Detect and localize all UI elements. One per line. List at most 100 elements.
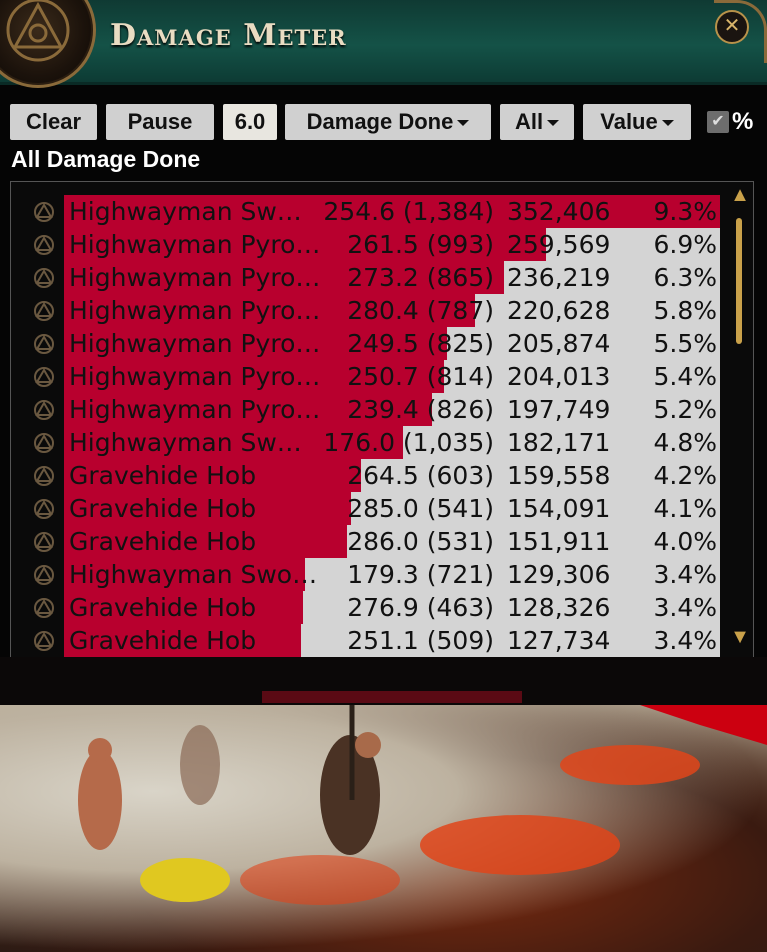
row-total: 159,558 — [507, 461, 611, 490]
list-subtitle: All Damage Done — [11, 146, 201, 172]
game-scene — [0, 705, 767, 952]
filter-dropdown[interactable]: All — [500, 104, 574, 140]
row-dps: 176.0 (1,035) — [323, 428, 494, 457]
row-percent: 6.9% — [653, 230, 717, 259]
interval-input[interactable]: 6.0 — [223, 104, 277, 140]
row-dps: 254.6 (1,384) — [323, 197, 494, 226]
close-icon: ✕ — [723, 15, 741, 37]
row-name: Highwayman Swor… — [69, 560, 324, 589]
row-total: 204,013 — [507, 362, 611, 391]
scene-figures — [78, 705, 767, 902]
table-row[interactable]: Highwayman Sw… 176.0 (1,035) 182,171 4.8… — [11, 426, 753, 459]
class-icon — [34, 631, 54, 651]
checkmark-icon: ✔ — [711, 113, 725, 130]
row-name: Gravehide Hob — [69, 626, 257, 655]
row-name: Highwayman Sw… — [69, 197, 302, 226]
row-total: 154,091 — [507, 494, 611, 523]
table-row[interactable]: Highwayman Pyro… 249.5 (825) 205,874 5.5… — [11, 327, 753, 360]
percent-label: % — [732, 108, 754, 135]
class-icon — [34, 202, 54, 222]
table-row[interactable]: Highwayman Pyro… 239.4 (826) 197,749 5.2… — [11, 393, 753, 426]
table-row[interactable]: Gravehide Hob 251.1 (509) 127,734 3.4% — [11, 624, 753, 657]
row-dps: 276.9 (463) — [347, 593, 494, 622]
sort-dropdown[interactable]: Value — [583, 104, 691, 140]
table-row[interactable]: Gravehide Hob 276.9 (463) 128,326 3.4% — [11, 591, 753, 624]
figure-yellow — [140, 858, 230, 902]
row-name: Gravehide Hob — [69, 593, 257, 622]
row-total: 205,874 — [507, 329, 611, 358]
row-total: 220,628 — [507, 296, 611, 325]
row-total: 151,911 — [507, 527, 611, 556]
row-total: 182,171 — [507, 428, 611, 457]
filter-dropdown-label: All — [514, 109, 544, 134]
row-percent: 3.4% — [653, 593, 717, 622]
figure-left — [78, 750, 122, 850]
emblem-icon — [0, 0, 96, 88]
table-row[interactable]: Highwayman Sw… 254.6 (1,384) 352,406 9.3… — [11, 195, 753, 228]
class-icon — [34, 565, 54, 585]
bottom-strip — [0, 657, 767, 705]
class-icon — [34, 268, 54, 288]
pause-button[interactable]: Pause — [106, 104, 214, 140]
row-name: Highwayman Sw… — [69, 428, 302, 457]
row-dps: 250.7 (814) — [347, 362, 494, 391]
row-total: 128,326 — [507, 593, 611, 622]
row-name: Highwayman Pyro… — [69, 362, 321, 391]
row-dps: 286.0 (531) — [347, 527, 494, 556]
class-icon — [34, 334, 54, 354]
table-row[interactable]: Highwayman Pyro… 250.7 (814) 204,013 5.4… — [11, 360, 753, 393]
row-percent: 4.0% — [653, 527, 717, 556]
percent-checkbox[interactable]: ✔ — [707, 111, 729, 133]
sort-dropdown-label: Value — [600, 109, 658, 134]
scrollbar[interactable]: ▲ ▼ — [728, 182, 752, 658]
class-icon — [34, 400, 54, 420]
scroll-down-icon[interactable]: ▼ — [728, 626, 752, 654]
row-dps: 239.4 (826) — [347, 395, 494, 424]
table-row[interactable]: Highwayman Pyro… 273.2 (865) 236,219 6.3… — [11, 261, 753, 294]
table-row[interactable]: Highwayman Swor… 179.3 (721) 129,306 3.4… — [11, 558, 753, 591]
damage-meter-window: Damage Meter ✕ Clear Pause 6.0 Damage Do… — [0, 0, 767, 705]
class-icon — [34, 235, 54, 255]
class-icon — [34, 499, 54, 519]
mode-dropdown-label: Damage Done — [306, 109, 454, 134]
class-icon — [34, 598, 54, 618]
row-percent: 5.2% — [653, 395, 717, 424]
row-total: 259,569 — [507, 230, 611, 259]
table-row[interactable]: Highwayman Pyro… 280.4 (787) 220,628 5.8… — [11, 294, 753, 327]
scroll-thumb[interactable] — [736, 218, 742, 344]
table-row[interactable]: Highwayman Pyro… 261.5 (993) 259,569 6.9… — [11, 228, 753, 261]
class-icon — [34, 532, 54, 552]
row-percent: 4.2% — [653, 461, 717, 490]
row-percent: 6.3% — [653, 263, 717, 292]
mode-dropdown[interactable]: Damage Done — [285, 104, 491, 140]
row-dps: 179.3 (721) — [347, 560, 494, 589]
row-percent: 5.8% — [653, 296, 717, 325]
row-total: 236,219 — [507, 263, 611, 292]
row-percent: 4.8% — [653, 428, 717, 457]
row-dps: 285.0 (541) — [347, 494, 494, 523]
clear-button[interactable]: Clear — [10, 104, 97, 140]
row-total: 129,306 — [507, 560, 611, 589]
class-icon — [34, 466, 54, 486]
row-name: Highwayman Pyro… — [69, 329, 321, 358]
row-total: 127,734 — [507, 626, 611, 655]
row-total: 197,749 — [507, 395, 611, 424]
row-total: 352,406 — [507, 197, 611, 226]
row-name: Gravehide Hob — [69, 527, 257, 556]
table-row[interactable]: Gravehide Hob 264.5 (603) 159,558 4.2% — [11, 459, 753, 492]
row-percent: 9.3% — [653, 197, 717, 226]
table-row[interactable]: Gravehide Hob 285.0 (541) 154,091 4.1% — [11, 492, 753, 525]
row-dps: 261.5 (993) — [347, 230, 494, 259]
row-dps: 249.5 (825) — [347, 329, 494, 358]
damage-list[interactable]: Highwayman Sw… 254.6 (1,384) 352,406 9.3… — [10, 181, 754, 659]
close-button[interactable]: ✕ — [715, 10, 749, 44]
window-title: Damage Meter — [110, 18, 347, 53]
row-dps: 280.4 (787) — [347, 296, 494, 325]
scroll-up-icon[interactable]: ▲ — [728, 184, 752, 212]
row-name: Highwayman Pyro… — [69, 296, 321, 325]
title-bar[interactable]: Damage Meter ✕ — [0, 0, 767, 88]
class-icon — [34, 433, 54, 453]
row-dps: 251.1 (509) — [347, 626, 494, 655]
table-row[interactable]: Gravehide Hob 286.0 (531) 151,911 4.0% — [11, 525, 753, 558]
health-bar — [262, 691, 522, 703]
